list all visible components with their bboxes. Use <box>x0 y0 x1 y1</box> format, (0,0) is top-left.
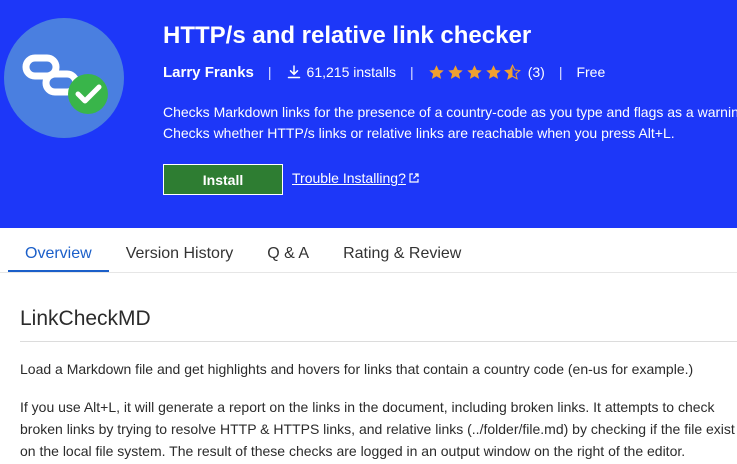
install-button[interactable]: Install <box>163 164 283 195</box>
external-link-icon <box>409 173 419 183</box>
star-icon <box>466 64 482 79</box>
install-count: 61,215 installs <box>306 64 397 80</box>
trouble-installing-link[interactable]: Trouble Installing? <box>292 170 419 186</box>
extension-meta: Larry Franks | 61,215 installs | (3) | F… <box>163 62 605 82</box>
tab-rating-review[interactable]: Rating & Review <box>343 234 461 272</box>
rating-count: (3) <box>527 64 545 80</box>
tab-overview[interactable]: Overview <box>8 234 109 272</box>
separator: | <box>558 64 563 80</box>
star-icon <box>485 64 501 79</box>
link-check-logo-icon <box>4 18 124 138</box>
heading-divider <box>20 341 737 342</box>
tab-divider <box>0 272 737 273</box>
description-line: Checks whether HTTP/s links or relative … <box>163 125 675 141</box>
content-paragraph: Load a Markdown file and get highlights … <box>20 361 694 377</box>
star-icon <box>428 64 444 79</box>
description-line: Checks Markdown links for the presence o… <box>163 104 737 120</box>
tab-q-and-a[interactable]: Q & A <box>267 234 309 272</box>
half-star-icon <box>503 63 521 80</box>
separator: | <box>410 64 414 80</box>
separator: | <box>267 64 272 80</box>
tab-bar: Overview Version History Q & A Rating & … <box>8 234 495 272</box>
extension-description: Checks Markdown links for the presence o… <box>163 102 737 144</box>
content-heading: LinkCheckMD <box>20 307 151 330</box>
extension-header: HTTP/s and relative link checker Larry F… <box>0 0 737 228</box>
publisher-link[interactable]: Larry Franks <box>163 64 254 81</box>
price-label: Free <box>576 64 606 80</box>
download-icon <box>287 65 300 79</box>
trouble-installing-label: Trouble Installing? <box>292 170 406 186</box>
star-icon <box>447 64 463 79</box>
tab-version-history[interactable]: Version History <box>126 234 234 272</box>
rating-stars[interactable]: (3) <box>428 63 545 81</box>
content-paragraph: If you use Alt+L, it will generate a rep… <box>20 399 735 459</box>
extension-title: HTTP/s and relative link checker <box>163 22 532 49</box>
